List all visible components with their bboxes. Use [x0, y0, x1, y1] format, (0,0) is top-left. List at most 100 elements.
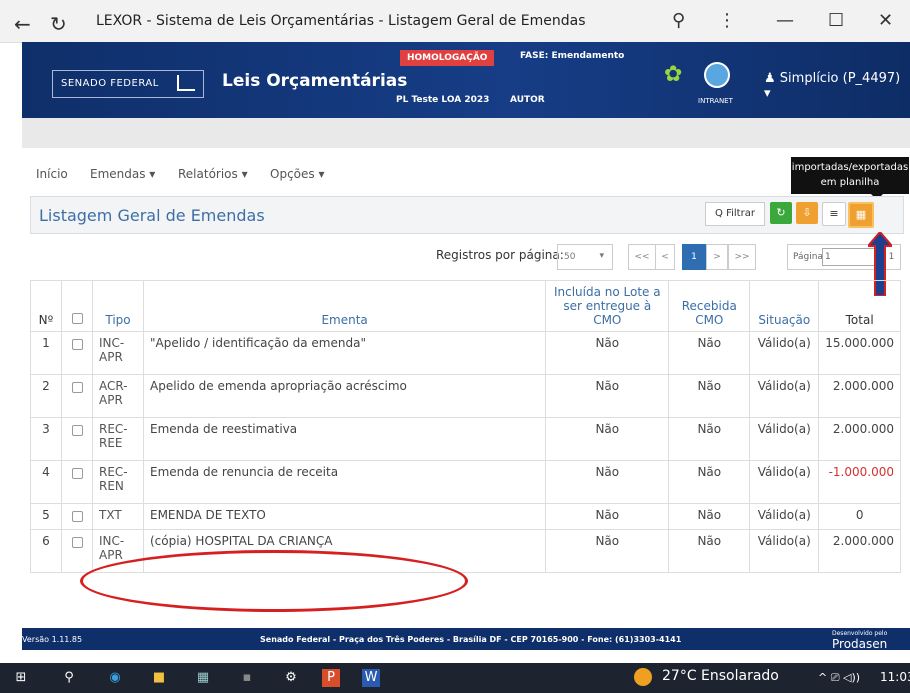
menu-relatorios[interactable]: Relatórios ▾ [178, 167, 248, 181]
table-row[interactable]: 3 REC-REE Emenda de reestimativa Não Não… [30, 417, 901, 461]
cell-recebida: Não [668, 529, 751, 573]
browser-menu-icon[interactable]: ⋮ [718, 10, 736, 31]
autor-label: AUTOR [510, 95, 545, 105]
intranet-icon[interactable] [704, 62, 730, 88]
table-row[interactable]: 1 INC-APR "Apelido / identificação da em… [30, 331, 901, 375]
col-total[interactable]: Total [818, 280, 901, 332]
records-per-page-label: Registros por página: [436, 248, 564, 262]
powerpoint-icon[interactable]: P [322, 669, 340, 687]
weather-label[interactable]: 27°C Ensolarado [662, 668, 779, 684]
cell-situacao: Válido(a) [749, 529, 820, 573]
calculator-icon[interactable]: ▦ [194, 669, 212, 687]
cell-total: 0 [818, 503, 901, 530]
header-strip [22, 118, 910, 148]
settings-icon[interactable]: ⚙ [282, 669, 300, 687]
cell-tipo[interactable]: ACR-APR [92, 374, 144, 418]
cell-recebida: Não [668, 374, 751, 418]
download-button[interactable]: ⇩ [796, 202, 818, 224]
maximize-icon[interactable]: ☐ [828, 10, 844, 31]
table-row[interactable]: 5 TXT EMENDA DE TEXTO Não Não Válido(a) … [30, 503, 901, 530]
chevron-down-icon: ▾ [599, 251, 604, 261]
col-tipo[interactable]: Tipo [92, 280, 144, 332]
clock[interactable]: 11:03 [880, 670, 910, 684]
highlight-ellipse [80, 550, 468, 612]
page-next-button[interactable]: > [706, 244, 728, 270]
row-checkbox[interactable] [61, 460, 93, 504]
table-row[interactable]: 4 REC-REN Emenda de renuncia de receita … [30, 460, 901, 504]
menu-inicio[interactable]: Início [36, 167, 68, 181]
cell-tipo[interactable]: REC-REN [92, 460, 144, 504]
select-all-checkbox[interactable] [61, 280, 93, 332]
spreadsheet-button[interactable]: ▦ [848, 202, 874, 228]
cell-total: 15.000.000 [818, 331, 901, 375]
cell-ementa[interactable]: "Apelido / identificação da emenda" [142, 331, 547, 375]
cell-tipo[interactable]: REC-REE [92, 417, 144, 461]
cell-num: 5 [30, 503, 62, 530]
intranet-label[interactable]: INTRANET [698, 97, 733, 105]
word-icon[interactable]: W [362, 669, 380, 687]
gear-icon[interactable]: ✿ [664, 64, 686, 86]
list-view-button[interactable]: ≡ [822, 202, 846, 226]
cell-ementa[interactable]: EMENDA DE TEXTO [142, 503, 547, 530]
minimize-icon[interactable]: — [776, 10, 794, 31]
cell-lote: Não [545, 331, 670, 375]
system-tray[interactable]: ^ ⎚ ◁)) [818, 671, 860, 685]
col-recebida[interactable]: Recebida CMO [668, 280, 751, 332]
table-row[interactable]: 2 ACR-APR Apelido de emenda apropriação … [30, 374, 901, 418]
senado-logo-icon [177, 75, 195, 91]
close-icon[interactable]: ✕ [878, 10, 893, 31]
export-tooltip: importadas/exportadas em planilha [791, 157, 909, 200]
prodasen-logo: Desenvolvido pelo Prodasen [832, 630, 887, 651]
cell-situacao: Válido(a) [749, 417, 820, 461]
zoom-icon[interactable]: ⚲ [672, 10, 685, 31]
cell-ementa[interactable]: Apelido de emenda apropriação acréscimo [142, 374, 547, 418]
back-arrow-icon[interactable]: ← [14, 12, 31, 36]
page-first-button[interactable]: << [628, 244, 656, 270]
col-num[interactable]: Nº [30, 280, 62, 332]
col-ementa[interactable]: Ementa [142, 280, 547, 332]
cell-total: 2.000.000 [818, 417, 901, 461]
row-checkbox[interactable] [61, 503, 93, 530]
cell-num: 2 [30, 374, 62, 418]
prodasen-sub: Desenvolvido pelo [832, 630, 888, 637]
app-header: SENADO FEDERAL Leis Orçamentárias HOMOLO… [22, 42, 910, 118]
app-title: Leis Orçamentárias [222, 71, 408, 91]
page-current-button[interactable]: 1 [682, 244, 706, 270]
cell-total: 2.000.000 [818, 529, 901, 573]
cell-ementa[interactable]: Emenda de renuncia de receita [142, 460, 547, 504]
cell-lote: Não [545, 503, 670, 530]
row-checkbox[interactable] [61, 331, 93, 375]
refresh-button[interactable]: ↻ [770, 202, 792, 224]
app-icon[interactable]: ▪ [238, 669, 256, 687]
download-icon: ⇩ [802, 206, 812, 219]
row-checkbox[interactable] [61, 374, 93, 418]
cell-recebida: Não [668, 503, 751, 530]
cell-lote: Não [545, 374, 670, 418]
search-icon[interactable]: ⚲ [60, 669, 78, 687]
file-explorer-icon[interactable]: ■ [150, 669, 168, 687]
senado-logo[interactable]: SENADO FEDERAL [52, 70, 204, 98]
cell-ementa[interactable]: Emenda de reestimativa [142, 417, 547, 461]
col-situacao[interactable]: Situação [749, 280, 820, 332]
col-lote[interactable]: Incluída no Lote a ser entregue à CMO [545, 280, 670, 332]
cell-situacao: Válido(a) [749, 374, 820, 418]
row-checkbox[interactable] [61, 417, 93, 461]
filter-button[interactable]: Q Filtrar [705, 202, 765, 226]
menu-opcoes[interactable]: Opções ▾ [270, 167, 324, 181]
cell-tipo[interactable]: TXT [92, 503, 144, 530]
page-title: Listagem Geral de Emendas [39, 206, 265, 225]
records-per-page-select[interactable]: 50 ▾ [557, 244, 613, 270]
page-last-button[interactable]: >> [728, 244, 756, 270]
menu-emendas[interactable]: Emendas ▾ [90, 167, 155, 181]
fase-label: FASE: Emendamento [520, 51, 625, 61]
row-checkbox[interactable] [61, 529, 93, 573]
reload-icon[interactable]: ↻ [50, 12, 67, 36]
cell-tipo[interactable]: INC-APR [92, 331, 144, 375]
user-menu[interactable]: ♟ Simplício (P_4497) ▾ [764, 71, 910, 101]
edge-icon[interactable]: ◉ [106, 669, 124, 687]
cell-recebida: Não [668, 417, 751, 461]
cell-recebida: Não [668, 331, 751, 375]
windows-start-icon[interactable]: ⊞ [12, 669, 30, 687]
table-header-row: Nº Tipo Ementa Incluída no Lote a ser en… [30, 280, 901, 332]
page-prev-button[interactable]: < [655, 244, 675, 270]
